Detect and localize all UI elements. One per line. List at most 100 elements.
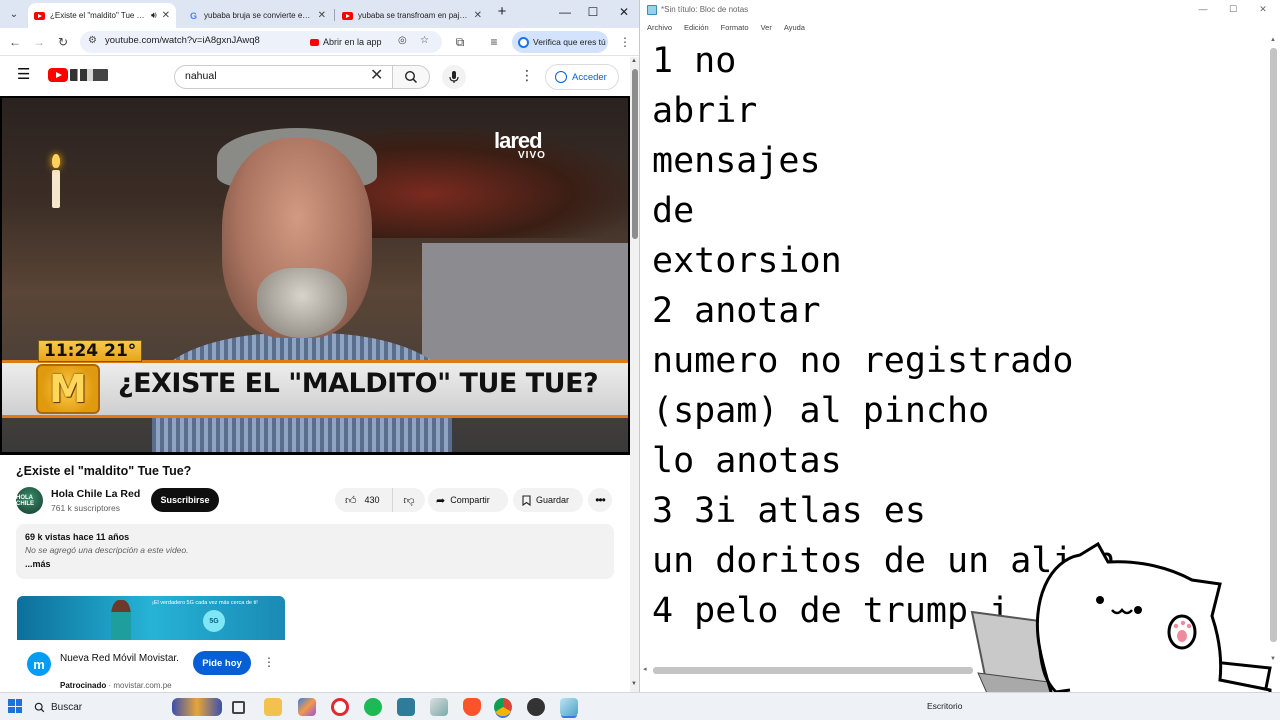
description-box[interactable]: 69 k vistas hace 11 años No se agregó un… (16, 524, 614, 579)
broadcast-clock: 11:24 (44, 341, 99, 361)
clear-search-icon[interactable]: ✕ (370, 68, 383, 84)
ad-menu-icon[interactable]: ⋮ (263, 655, 275, 669)
maximize-button[interactable]: ☐ (1223, 4, 1243, 15)
brave-icon[interactable] (463, 698, 481, 716)
open-in-app-chip[interactable]: Abrir en la app (310, 33, 382, 51)
menu-ayuda[interactable]: Ayuda (782, 20, 809, 36)
close-tab-icon[interactable]: ✕ (162, 10, 170, 21)
media-control-icon[interactable]: ≡ (484, 32, 504, 52)
close-window-button[interactable]: ✕ (1253, 4, 1273, 15)
tab-3[interactable]: yubaba se transfroam en pajaro ✕ (336, 3, 488, 28)
menu-ver[interactable]: Ver (759, 20, 776, 36)
more-actions-button[interactable]: ••• (588, 488, 612, 512)
notepad-icon[interactable] (560, 698, 578, 716)
windows-start-icon[interactable] (8, 699, 22, 713)
notepad-titlebar: *Sin título: Bloc de notas — ☐ ✕ (641, 0, 1280, 20)
tab-2[interactable]: G yubaba bruja se convierte en ave ✕ (182, 3, 332, 28)
sign-in-label: Acceder (572, 71, 607, 83)
verify-chip[interactable]: Verifica que eres tú (512, 31, 608, 53)
file-explorer-icon[interactable] (264, 698, 282, 716)
like-button[interactable]: 👍︎ 430 (335, 488, 393, 512)
copilot-icon[interactable] (298, 698, 316, 716)
minimize-button[interactable]: — (1193, 4, 1213, 14)
video-title: ¿Existe el "maldito" Tue Tue? (16, 464, 192, 478)
share-arrow-icon: ➦ (436, 494, 446, 507)
text-line: 1 no (652, 41, 737, 81)
tab-divider (334, 9, 335, 21)
ad-card[interactable]: ¡El verdadero 5G cada vez más cerca de t… (17, 596, 285, 692)
movistar-logo-icon[interactable]: m (27, 652, 51, 676)
address-bar[interactable]: ⚙ youtube.com/watch?v=iA8gxnJAwq8 Abrir … (80, 31, 442, 53)
page-scrollbar[interactable]: ▲ ▼ (630, 57, 639, 692)
scroll-down-arrow-icon[interactable]: ▼ (631, 681, 637, 687)
settings-more-icon[interactable]: ⋮ (520, 67, 534, 84)
channel-avatar[interactable]: HOLA CHILE (16, 487, 43, 514)
ad-sponsor-line: Patrocinado · movistar.com.pe (60, 681, 172, 690)
text-line: 2 anotar (652, 291, 821, 331)
browser-menu-icon[interactable]: ⋮ (615, 32, 635, 52)
search-icon (404, 70, 418, 84)
browser-window: ⌄ ¿Existe el "maldito" Tue Tue? 🔊︎ ✕ G y… (0, 0, 640, 692)
close-tab-icon[interactable]: ✕ (318, 10, 326, 21)
chrome-icon[interactable] (494, 698, 512, 716)
dislike-button[interactable]: 👎︎ (393, 488, 425, 512)
youtube-logo[interactable] (48, 68, 108, 82)
channel-name[interactable]: Hola Chile La Red (51, 488, 140, 500)
thumbs-down-icon: 👎︎ (403, 494, 415, 507)
news-widget-icon[interactable] (172, 698, 222, 716)
program-logo: M (36, 364, 100, 414)
ad-banner-image[interactable]: ¡El verdadero 5G cada vez más cerca de t… (17, 596, 285, 640)
close-window-button[interactable]: ✕ (614, 5, 634, 19)
hamburger-menu-icon[interactable]: ☰ (17, 67, 30, 82)
youtube-icon (34, 11, 45, 20)
show-more-link[interactable]: ...más (25, 559, 51, 569)
google-icon: G (189, 10, 197, 21)
minimize-button[interactable]: — (555, 5, 575, 19)
subscriber-count: 761 k suscriptores (51, 503, 120, 513)
subscribe-button[interactable]: Suscribirse (151, 488, 219, 512)
show-desktop-label[interactable]: Escritorio (927, 701, 962, 711)
menu-archivo[interactable]: Archivo (645, 20, 676, 36)
voice-search-button[interactable] (442, 65, 466, 89)
share-button[interactable]: ➦ Compartir (428, 488, 508, 512)
notepad-menubar: Archivo Edición Formato Ver Ayuda (641, 20, 1280, 36)
back-button[interactable]: ← (5, 32, 25, 52)
task-view-icon[interactable] (232, 701, 245, 714)
scroll-up-arrow-icon[interactable]: ▲ (1270, 37, 1276, 43)
store-icon[interactable] (397, 698, 415, 716)
scrollbar-thumb[interactable] (653, 667, 973, 674)
taskbar-search[interactable]: Buscar (34, 698, 164, 716)
video-player[interactable]: lared VIVO 11:24 21° M ¿EXISTE EL "MALDIT… (0, 96, 630, 455)
eye-off-icon[interactable]: ◎ (398, 35, 407, 46)
scroll-left-arrow-icon[interactable]: ◂ (643, 665, 647, 673)
search-button[interactable] (392, 65, 430, 89)
like-count: 430 (364, 495, 380, 505)
forward-button[interactable]: → (29, 32, 49, 52)
view-stats: 69 k vistas hace 11 años (25, 532, 130, 542)
spotify-icon[interactable] (364, 698, 382, 716)
save-button[interactable]: Guardar (513, 488, 583, 512)
tab-search-button[interactable]: ⌄ (4, 4, 24, 24)
bookmark-star-icon[interactable]: ☆ (420, 35, 429, 46)
search-input[interactable] (185, 70, 365, 82)
close-tab-icon[interactable]: ✕ (474, 10, 482, 21)
reload-button[interactable]: ↻ (53, 32, 73, 52)
opera-icon[interactable] (331, 698, 349, 716)
menu-edicion[interactable]: Edición (682, 20, 713, 36)
sign-in-button[interactable]: Acceder (545, 64, 619, 90)
app-icon[interactable] (430, 698, 448, 716)
maximize-button[interactable]: ☐ (583, 5, 603, 19)
search-box[interactable] (174, 65, 392, 89)
tab-active[interactable]: ¿Existe el "maldito" Tue Tue? 🔊︎ ✕ (28, 3, 176, 28)
speaker-icon[interactable]: 🔊︎ (151, 10, 157, 21)
windows-taskbar: Buscar Escritorio (0, 692, 1280, 720)
app-icon[interactable] (527, 698, 545, 716)
menu-formato[interactable]: Formato (719, 20, 753, 36)
extensions-icon[interactable]: ⧉ (450, 32, 470, 52)
ad-title[interactable]: Nueva Red Móvil Movistar. (60, 652, 180, 666)
site-info-icon[interactable]: ⚙ (88, 35, 97, 46)
ad-cta-button[interactable]: Pide hoy (193, 651, 251, 675)
scroll-up-arrow-icon[interactable]: ▲ (631, 58, 637, 64)
new-tab-button[interactable]: + (492, 3, 512, 20)
scrollbar-thumb[interactable] (632, 69, 638, 239)
